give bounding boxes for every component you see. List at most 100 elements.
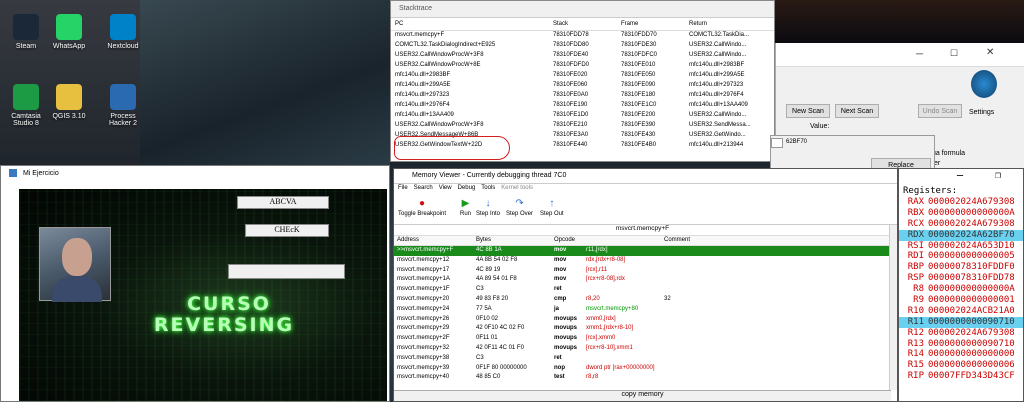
table-cell: 78310FE4B0 (621, 142, 657, 148)
column-header[interactable]: PC (391, 18, 549, 31)
register-row[interactable]: RAX 000002024A679308 (899, 197, 1023, 208)
disasm-op: test (554, 374, 565, 381)
red-annotation-circle (394, 136, 510, 160)
new-scan-button[interactable]: New Scan (786, 104, 830, 118)
menu-item[interactable]: Debug (458, 185, 476, 191)
disassembly-row[interactable]: msvcrt.memcpy+32 42 0F11 4C 01 F0 movups [r… (394, 344, 891, 354)
table-cell: 78310FDE40 (553, 52, 589, 58)
disassembly-row[interactable]: msvcrt.memcpy+2F 0F11 01 movups [rcx],xmm0 (394, 334, 891, 344)
table-cell: mfc140u.dll+13AA409 (395, 112, 454, 118)
disassembly-row[interactable]: msvcrt.memcpy+38 C3 ret (394, 354, 891, 364)
text-field-3[interactable] (228, 264, 345, 279)
register-row[interactable]: R10 000002024ACB21A0 (899, 306, 1023, 317)
disassembly-row[interactable]: msvcrt.memcpy+1F C3 ret (394, 285, 891, 295)
register-row[interactable]: RIP 00007FFD343D43CF (899, 371, 1023, 382)
next-scan-button[interactable]: Next Scan (835, 104, 879, 118)
undo-scan-button[interactable]: Undo Scan (918, 104, 962, 118)
desktop-icon-0[interactable]: Steam (2, 14, 50, 50)
table-row[interactable]: mfc140u.dll+2983BF 78310FE020 78310FE050 mf… (391, 70, 774, 80)
table-cell: 78310FE180 (621, 92, 656, 98)
register-row[interactable]: RBP 00000078310FDDF0 (899, 262, 1023, 273)
menu-item[interactable]: View (439, 185, 452, 191)
table-row[interactable]: mfc140u.dll+2976F4 78310FE190 78310FE1C0 mf… (391, 100, 774, 110)
tool-3[interactable]: ↷ Step Over (506, 197, 533, 217)
tool-4[interactable]: ↑ Step Out (540, 197, 564, 217)
register-row[interactable]: R15 0000000000000006 (899, 360, 1023, 371)
register-row[interactable]: R8 000000000000000A (899, 284, 1023, 295)
disassembly-row[interactable]: msvcrt.memcpy+24 77 5A ja msvcrt.memcpy+80 (394, 305, 891, 315)
register-value: 000002024A679308 (928, 218, 1015, 229)
toolbar-icon: ↷ (515, 198, 524, 209)
table-row[interactable]: mfc140u.dll+297323 78310FE0A0 78310FE180 mf… (391, 90, 774, 100)
desktop-icon-2[interactable]: Nextcloud (99, 14, 147, 50)
tool-1[interactable]: ▶ Run (460, 197, 471, 217)
column-header[interactable]: Address (397, 237, 419, 243)
desktop-icon-1[interactable]: WhatsApp (45, 14, 93, 50)
disassembly-row[interactable]: msvcrt.memcpy+26 0F10 02 movups xmm0,[rdx] (394, 315, 891, 325)
register-row[interactable]: RCX 000002024A679308 (899, 219, 1023, 230)
table-row[interactable]: COMCTL32.TaskDialogIndirect+E925 78310FDD… (391, 40, 774, 50)
desktop-icon-label: Process Hacker 2 (108, 113, 137, 127)
menu-item[interactable]: Tools (481, 185, 495, 191)
settings-label[interactable]: Settings (969, 109, 994, 116)
register-row[interactable]: R11 0000000000090710 (899, 316, 1023, 328)
disassembly-row[interactable]: >>msvcrt.memcpy+F 4C 8B 1A mov r11,[rdx] (394, 246, 891, 256)
text-field-1[interactable]: ABCVA (237, 196, 329, 209)
menu-item[interactable]: File (398, 185, 408, 191)
disassembly-row[interactable]: msvcrt.memcpy+29 42 0F10 4C 02 F0 movups xm… (394, 324, 891, 334)
menu-item[interactable]: Kernel tools (501, 185, 533, 191)
register-value: 000000000000000A (928, 207, 1015, 218)
disassembly-row[interactable]: msvcrt.memcpy+40 48 85 C0 test r8,r8 (394, 373, 891, 383)
desktop-icon-5[interactable]: Process Hacker 2 (99, 84, 147, 127)
disasm-op: movups (554, 335, 578, 342)
minimize-icon[interactable]: ─ (957, 171, 963, 182)
register-row[interactable]: R13 0000000000090710 (899, 339, 1023, 350)
maximize-icon[interactable]: ☐ (950, 48, 958, 59)
table-row[interactable]: mfc140u.dll+13AA409 78310FE1D0 78310FE200 U… (391, 110, 774, 120)
register-row[interactable]: RSI 000002024A653D10 (899, 241, 1023, 252)
register-row[interactable]: R14 0000000000000000 (899, 349, 1023, 360)
app-icon (13, 14, 39, 40)
disassembly-row[interactable]: msvcrt.memcpy+12 4A 8B 54 02 F8 mov rdx,[rd… (394, 256, 891, 266)
column-header[interactable]: Comment (664, 237, 690, 243)
table-row[interactable]: USER32.CallWindowProcW+3F8 78310FE210 7831… (391, 120, 774, 130)
table-row[interactable]: mfc140u.dll+299A5E 78310FE060 78310FE090 mf… (391, 80, 774, 90)
minimize-icon[interactable]: ─ (916, 49, 923, 60)
table-row[interactable]: USER32.CallWindowProcW+3F8 78310FDE40 7831… (391, 50, 774, 60)
disassembly-row[interactable]: msvcrt.memcpy+17 4C 89 19 mov [rcx],r11 (394, 266, 891, 276)
table-row[interactable]: USER32.CallWindowProcW+8E 78310FDFD0 78310… (391, 60, 774, 70)
tool-2[interactable]: ↓ Step Into (476, 197, 500, 217)
column-header[interactable]: Frame (617, 18, 685, 31)
register-row[interactable]: R9 0000000000000001 (899, 295, 1023, 306)
restore-icon[interactable]: ❐ (995, 170, 1001, 181)
disassembly-row[interactable]: msvcrt.memcpy+39 0F1F 80 00000000 nop dword… (394, 364, 891, 374)
column-header[interactable]: Return (685, 18, 774, 31)
register-row[interactable]: RDX 000002024A62BF70 (899, 229, 1023, 241)
table-cell: mfc140u.dll+299A5E (395, 82, 451, 88)
disassembler-scrollbar[interactable] (889, 225, 897, 390)
disassembly-row[interactable]: msvcrt.memcpy+20 49 83 F8 20 cmp r8,20 32 (394, 295, 891, 305)
menu-item[interactable]: Search (414, 185, 433, 191)
column-header[interactable]: Stack (549, 18, 617, 31)
disasm-op: cmp (554, 295, 567, 302)
desktop-icon-4[interactable]: QGIS 3.10 (45, 84, 93, 120)
close-icon[interactable]: ✕ (986, 47, 994, 58)
disasm-bytes: 0F10 02 (476, 315, 499, 322)
table-cell: mfc140u.dll+297323 (395, 92, 450, 98)
register-row[interactable]: RBX 000000000000000A (899, 208, 1023, 219)
table-row[interactable]: msvcrt.memcpy+F 78310FDD78 78310FDD70 COMCT… (391, 30, 774, 40)
tool-0[interactable]: ● Toggle Breakpoint (398, 197, 446, 217)
table-cell: 78310FE050 (621, 72, 656, 78)
neon-title-line-2: REVERSING (153, 314, 295, 336)
column-header[interactable]: Opcode (554, 237, 575, 243)
disassembly-row[interactable]: msvcrt.memcpy+1A 4A 89 54 01 F8 mov [rcx+r8… (394, 275, 891, 285)
register-row[interactable]: RSP 00000078310FDD78 (899, 273, 1023, 284)
desktop-icon-3[interactable]: Camtasia Studio 8 (2, 84, 50, 127)
register-row[interactable]: RDI 0000000000000005 (899, 251, 1023, 262)
stacktrace-title: Stacktrace (391, 1, 774, 18)
column-header[interactable]: Bytes (476, 237, 491, 243)
check-button[interactable]: CHEcK (245, 224, 329, 237)
register-row[interactable]: R12 000002024A679308 (899, 328, 1023, 339)
register-name: RAX (907, 197, 924, 207)
copy-memory-label[interactable]: copy memory (394, 390, 891, 401)
